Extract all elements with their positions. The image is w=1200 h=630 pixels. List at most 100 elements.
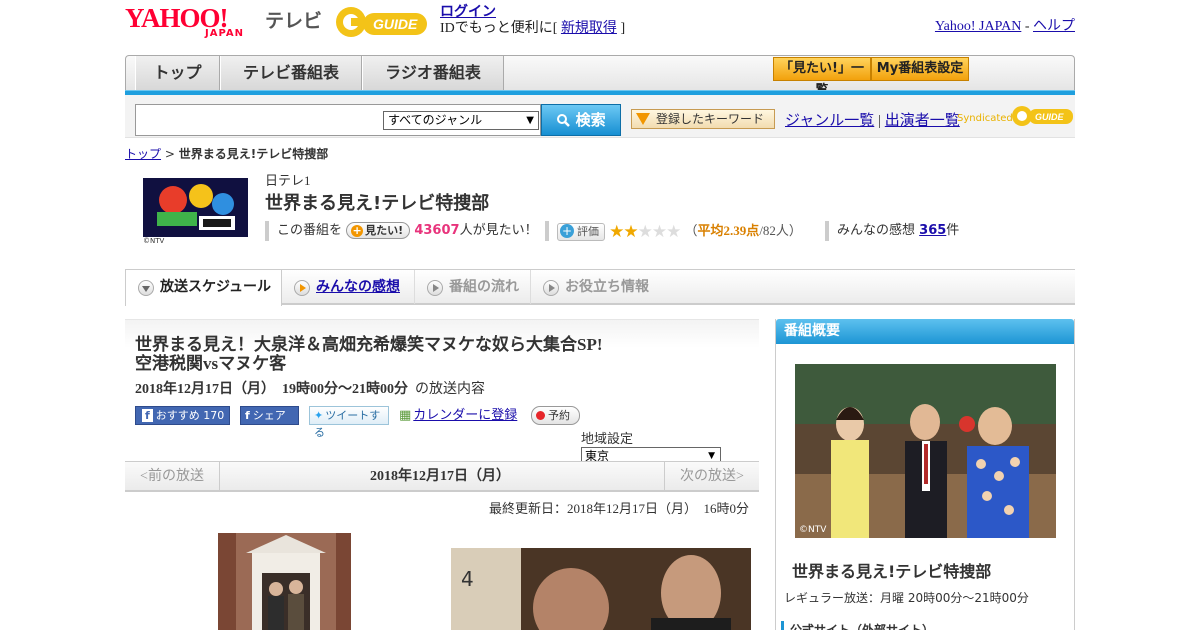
arrow-down-circle-icon	[138, 280, 154, 296]
rating-stat: + 評価 ★★★★★ （平均2.39点/82人）	[545, 221, 802, 242]
rating-stars: ★★★★★	[609, 221, 681, 242]
mitai-button[interactable]: + 見たい!	[346, 222, 411, 239]
syndicated-badge: Syndicated GUIDE	[957, 102, 1073, 130]
genre-list-link[interactable]: ジャンル一覧	[785, 113, 874, 129]
facebook-share-button[interactable]: f シェア	[240, 406, 299, 425]
nav-tab-tv-listings[interactable]: テレビ番組表	[220, 56, 362, 90]
site-header: YAHOO! JAPAN テレビ GUIDE ログイン IDでもっと便利に[ 新…	[125, 0, 1075, 55]
svg-text:GUIDE: GUIDE	[373, 16, 418, 32]
registered-keyword-button[interactable]: 登録したキーワード	[631, 109, 775, 129]
mitai-prefix: この番組を	[277, 223, 343, 238]
broadcast-pager: <前の放送 2018年12月17日（月） 次の放送>	[125, 461, 759, 492]
gguide-logo[interactable]: GUIDE	[333, 4, 433, 40]
arrow-right-circle-icon	[543, 280, 559, 296]
episode-time: 19時00分～21時00分	[282, 382, 408, 397]
rate-button[interactable]: + 評価	[557, 222, 605, 241]
region-setting: 地域設定 東京 ▼	[581, 428, 759, 465]
login-sub-prefix: IDでもっと便利に[	[440, 21, 558, 36]
kanso-suffix: 件	[946, 223, 960, 238]
episode-title-line2: 空港税関vsマヌケ客	[135, 354, 287, 373]
current-broadcast-date: 2018年12月17日（月）	[370, 469, 510, 484]
genre-select-value: すべてのジャンル	[388, 113, 483, 127]
mitai-list-button[interactable]: 「見たい!」一覧	[773, 57, 871, 98]
program-hosts-photo: ©NTV	[795, 364, 1056, 538]
main-nav: トップ テレビ番組表 ラジオ番組表 「見たい!」一覧 My番組表設定	[125, 55, 1075, 98]
channel-name: 日テレ1	[265, 173, 311, 188]
tab-schedule[interactable]: 放送スケジュール	[125, 269, 282, 306]
register-link[interactable]: 新規取得	[561, 21, 617, 36]
program-stats: この番組を + 見たい! 43607人が見たい！ + 評価 ★★★★★ （平均2.3…	[265, 221, 965, 242]
help-link[interactable]: ヘルプ	[1033, 19, 1075, 34]
login-sub-suffix: ]	[620, 21, 626, 36]
facebook-recommend-button[interactable]: f おすすめ 170	[135, 406, 230, 425]
arrow-right-circle-icon	[294, 280, 310, 296]
kanso-count-link[interactable]: 365	[919, 223, 946, 238]
registered-keyword-label: 登録したキーワード	[656, 112, 765, 126]
tab-useful-info[interactable]: お役立ち情報	[531, 270, 671, 304]
mitai-suffix: 人が見たい！	[459, 223, 538, 238]
breadcrumb-top-link[interactable]: トップ	[125, 147, 161, 161]
program-title: 世界まる見え!テレビ特捜部	[265, 193, 490, 214]
program-summary-panel: 番組概要 ©NTV 世界まる見え!テレビ特捜部 レギュラー放送：月曜 20時00…	[775, 319, 1075, 630]
share-row: f おすすめ 170 f シェア ✦ ツイートする ▦ カレンダーに登録 予約	[135, 406, 755, 439]
breadcrumb-sep: >	[164, 147, 175, 161]
star-empty-icon: ★	[651, 221, 667, 242]
genre-select[interactable]: すべてのジャンル ▼	[383, 111, 539, 130]
episode-photo-2: 4	[451, 548, 751, 630]
svg-text:GUIDE: GUIDE	[1035, 112, 1065, 122]
dropdown-arrow-icon	[636, 113, 650, 125]
reserve-button[interactable]: 予約	[531, 406, 580, 425]
tab-program-flow[interactable]: 番組の流れ	[415, 270, 531, 304]
episode-date-suffix: の放送内容	[415, 382, 485, 397]
mitai-button-label: 見たい!	[365, 224, 404, 237]
gguide-small-logo: GUIDE	[1012, 106, 1073, 126]
tab-reviews[interactable]: みんなの感想	[282, 270, 415, 304]
login-link[interactable]: ログイン	[440, 5, 496, 20]
header-separator: -	[1024, 19, 1030, 34]
yahoo-japan-sub: JAPAN	[205, 28, 244, 39]
performer-list-link[interactable]: 出演者一覧	[885, 113, 960, 129]
kanso-stat: みんなの感想 365件	[825, 221, 959, 241]
photo-copyright: ©NTV	[799, 525, 827, 535]
nav-tab-top[interactable]: トップ	[135, 56, 220, 90]
prev-broadcast-link[interactable]: <前の放送	[125, 462, 220, 491]
link-separator: |	[878, 113, 882, 129]
star-full-icon: ★	[609, 221, 624, 242]
program-thumbnail	[143, 178, 248, 237]
program-thumb-copyright: ©NTV	[143, 237, 165, 245]
calendar-register-link[interactable]: ▦ カレンダーに登録	[399, 406, 517, 425]
search-links: ジャンル一覧 | 出演者一覧	[785, 109, 960, 130]
star-empty-icon: ★	[637, 221, 653, 242]
tv-label[interactable]: テレビ	[265, 6, 322, 33]
region-label: 地域設定	[581, 432, 634, 447]
episode-info: 世界まる見え！大泉洋＆高畑充希爆笑マヌケな奴ら大集合SP! 空港税関vsマヌケ客…	[125, 319, 759, 465]
episode-title: 世界まる見え！大泉洋＆高畑充希爆笑マヌケな奴ら大集合SP! 空港税関vsマヌケ客	[135, 335, 735, 373]
twitter-bird-icon: ✦	[314, 409, 324, 422]
search-bar: すべてのジャンル ▼ 検索 登録したキーワード ジャンル一覧 | 出演者一覧 S…	[125, 95, 1075, 138]
next-broadcast-link[interactable]: 次の放送>	[664, 462, 759, 491]
plus-icon: +	[351, 224, 364, 237]
my-bangumi-settings-button[interactable]: My番組表設定	[871, 57, 969, 81]
mitai-count: 43607	[414, 223, 460, 238]
star-full-icon: ★	[623, 221, 638, 242]
tweet-button[interactable]: ✦ ツイートする	[309, 406, 389, 439]
search-button[interactable]: 検索	[541, 104, 621, 136]
breadcrumb-current: 世界まる見え!テレビ特捜部	[178, 147, 329, 161]
program-tabs: 放送スケジュール みんなの感想 番組の流れ お役立ち情報	[125, 269, 1075, 306]
header-links: Yahoo! JAPAN - ヘルプ	[935, 15, 1075, 35]
mitai-stat: この番組を + 見たい! 43607人が見たい！	[265, 221, 538, 241]
rate-button-label: 評価	[577, 224, 599, 238]
star-empty-icon: ★	[666, 221, 681, 242]
last-updated: 最終更新日：2018年12月17日（月） 16時0分	[488, 501, 749, 516]
login-area: ログイン IDでもっと便利に[ 新規取得 ]	[440, 5, 625, 37]
yahoo-japan-link[interactable]: Yahoo! JAPAN	[935, 19, 1021, 34]
episode-datetime: 2018年12月17日（月） 19時00分～21時00分 の放送内容	[135, 378, 485, 398]
panel-heading: 番組概要	[776, 319, 1074, 344]
nav-tab-radio-listings[interactable]: ラジオ番組表	[362, 56, 504, 90]
episode-date: 2018年12月17日（月）	[135, 382, 275, 397]
regular-broadcast: レギュラー放送：月曜 20時00分～21時00分	[784, 591, 1029, 605]
search-button-label: 検索	[575, 111, 606, 129]
side-program-title: 世界まる見え!テレビ特捜部	[792, 562, 992, 581]
official-site-link[interactable]: 公式サイト（外部サイト）	[781, 621, 934, 630]
plus-icon: +	[560, 223, 574, 238]
